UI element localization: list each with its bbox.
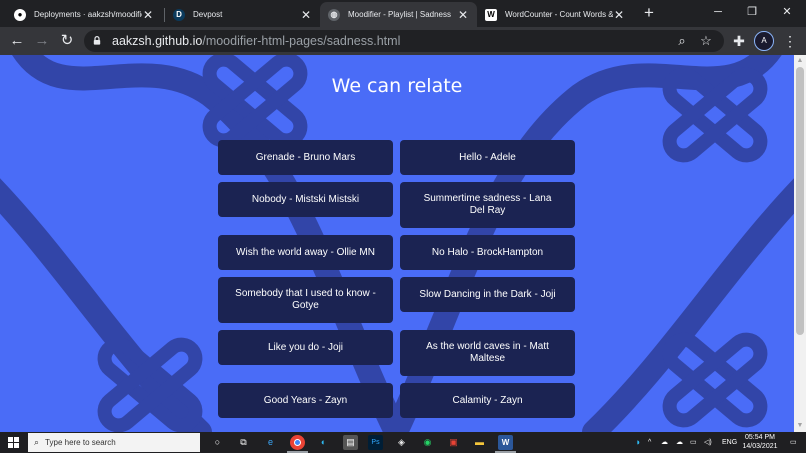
show-hidden-icons[interactable]: ^ (648, 432, 651, 453)
search-placeholder: Type here to search (45, 438, 116, 447)
tab-moodifier[interactable]: ◍ Moodifier - Playlist | Sadness ✕ (320, 2, 477, 27)
photoshop-icon[interactable]: Ps (368, 435, 383, 450)
tab-wordcounter[interactable]: W WordCounter - Count Words & Correct Wr… (477, 2, 633, 27)
folder-icon[interactable]: ▬ (472, 435, 487, 450)
extensions-icon[interactable]: ✚ (729, 31, 749, 51)
clock-time: 05:54 PM (745, 434, 775, 441)
reload-icon[interactable]: ↻ (57, 31, 77, 51)
search-icon[interactable]: ⌕ (673, 32, 691, 50)
song-button[interactable]: Somebody that I used to know - Gotye (218, 277, 393, 323)
close-tab-icon[interactable]: ✕ (457, 8, 469, 22)
browser-toolbar: ← → ↻ aakzsh.github.io/moodifier-html-pa… (0, 27, 806, 55)
clock[interactable]: 05:54 PM 14/03/2021 (736, 434, 784, 451)
tab-devpost[interactable]: D Devpost ✕ (165, 2, 320, 27)
profile-avatar[interactable]: A (754, 31, 774, 51)
tray-edge-icon[interactable]: ◑ (630, 435, 645, 450)
song-button[interactable]: Grenade - Bruno Mars (218, 140, 393, 175)
onedrive-icon[interactable]: ☁ (661, 432, 668, 453)
song-button[interactable]: Calamity - Zayn (400, 383, 575, 418)
address-bar[interactable]: aakzsh.github.io/moodifier-html-pages/sa… (84, 30, 724, 52)
page-heading: We can relate (331, 75, 463, 97)
wordcounter-icon: W (485, 8, 497, 21)
edge-icon[interactable]: ◐ (316, 435, 331, 450)
page-viewport: We can relate Grenade - Bruno Mars Hello… (0, 55, 794, 432)
tab-title: Deployments · aakzsh/moodifier-html-page… (34, 10, 142, 19)
tab-title: Devpost (193, 10, 223, 19)
clock-date: 14/03/2021 (742, 442, 778, 450)
song-button[interactable]: Summertime sadness - Lana Del Ray (400, 182, 575, 228)
scroll-down-icon[interactable]: ▼ (794, 420, 806, 432)
forward-icon[interactable]: → (32, 31, 52, 51)
edge-legacy-icon[interactable]: e (263, 435, 278, 450)
close-tab-icon[interactable]: ✕ (613, 8, 625, 22)
volume-icon[interactable]: ◁) (704, 432, 712, 453)
taskbar-search[interactable]: ⌕ Type here to search (28, 433, 200, 452)
chrome-icon[interactable] (287, 435, 308, 453)
word-icon[interactable]: W (495, 435, 516, 453)
close-tab-icon[interactable]: ✕ (300, 8, 312, 22)
windows-taskbar: ⌕ Type here to search ○ ⧉ e ◐ ▤ Ps ◈ ◉ ▣… (0, 432, 806, 453)
song-button[interactable]: Nobody - Mistski Mistski (218, 182, 393, 217)
network-icon[interactable]: ▭ (690, 432, 697, 453)
url-text: aakzsh.github.io/moodifier-html-pages/sa… (112, 34, 401, 48)
language-indicator[interactable]: ENG (722, 432, 737, 453)
song-list: Grenade - Bruno Mars Hello - Adele Nobod… (218, 140, 575, 418)
app-icon[interactable]: ▣ (446, 435, 461, 450)
song-button[interactable]: As the world caves in - Matt Maltese (400, 330, 575, 376)
lock-icon (93, 36, 101, 45)
cortana-icon[interactable]: ○ (210, 435, 225, 450)
tab-strip: ● Deployments · aakzsh/moodifier-html-pa… (0, 0, 806, 27)
tab-deployments[interactable]: ● Deployments · aakzsh/moodifier-html-pa… (6, 2, 162, 27)
scroll-up-icon[interactable]: ▲ (794, 55, 806, 67)
davinci-icon[interactable]: ◈ (394, 435, 409, 450)
back-icon[interactable]: ← (7, 31, 27, 51)
task-view-icon[interactable]: ⧉ (236, 435, 251, 450)
bookmark-star-icon[interactable]: ☆ (697, 32, 715, 50)
windows-start-icon[interactable] (8, 437, 19, 448)
whatsapp-icon[interactable]: ◉ (420, 435, 435, 450)
restore-icon[interactable]: ❐ (737, 2, 767, 22)
close-tab-icon[interactable]: ✕ (142, 8, 154, 22)
notifications-icon[interactable]: ▭ (790, 432, 797, 453)
song-button[interactable]: Slow Dancing in the Dark - Joji (400, 277, 575, 312)
new-tab-icon[interactable]: + (640, 4, 658, 22)
cloud-icon[interactable]: ☁ (676, 432, 683, 453)
file-explorer-icon[interactable]: ▤ (343, 435, 358, 450)
song-button[interactable]: Good Years - Zayn (218, 383, 393, 418)
tab-title: Moodifier - Playlist | Sadness (348, 10, 452, 19)
devpost-icon: D (173, 8, 185, 21)
scrollbar-thumb[interactable] (796, 67, 804, 335)
search-icon: ⌕ (34, 437, 40, 447)
tab-title: WordCounter - Count Words & Correct Writ… (505, 10, 613, 19)
close-window-icon[interactable]: ✕ (772, 2, 802, 22)
song-button[interactable]: Like you do - Joji (218, 330, 393, 365)
song-button[interactable]: No Halo - BrockHampton (400, 235, 575, 270)
minimize-icon[interactable]: ─ (703, 2, 733, 22)
github-icon: ● (14, 8, 26, 21)
song-button[interactable]: Wish the world away - Ollie MN (218, 235, 393, 270)
page-scrollbar[interactable]: ▲ ▼ (794, 55, 806, 432)
menu-icon[interactable]: ⋮ (780, 31, 800, 51)
song-button[interactable]: Hello - Adele (400, 140, 575, 175)
globe-icon: ◍ (328, 8, 340, 21)
